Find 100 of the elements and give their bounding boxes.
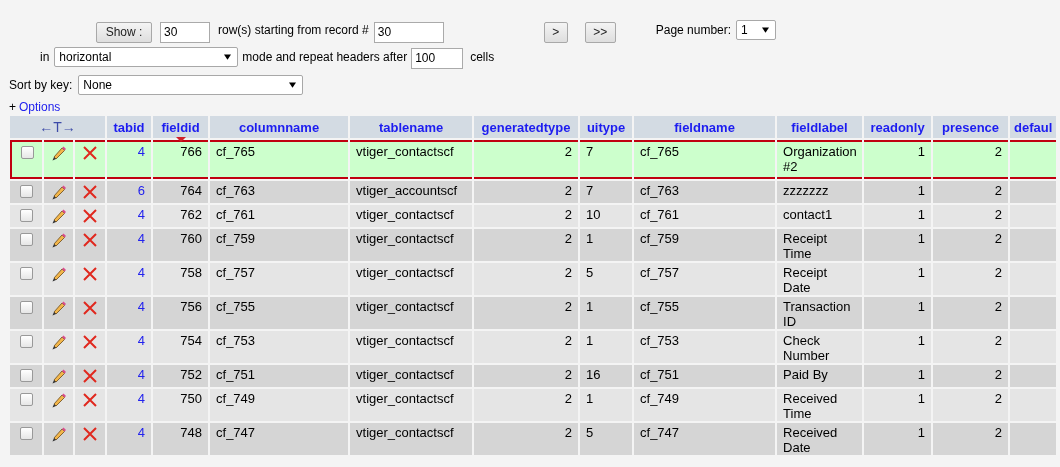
pencil-icon[interactable] (50, 266, 67, 282)
checkbox[interactable] (19, 267, 33, 280)
table-cell-link[interactable]: 4 (137, 425, 146, 440)
table-cell: vtiger_accountscf (356, 183, 458, 198)
checkbox[interactable] (20, 146, 34, 159)
table-cell: 1 (917, 207, 926, 222)
table-row[interactable]: 4 758 cf_757 vtiger_contactscf 2 5 cf_757 Receipt Date 1 2 (10, 263, 1057, 295)
table-cell: 7 (586, 183, 594, 198)
table-cell: vtiger_contactscf (356, 367, 454, 382)
table-row[interactable]: 4 762 cf_761 vtiger_contactscf 2 10 cf_761 contact1 1 2 (10, 205, 1057, 227)
table-cell-link[interactable]: 4 (137, 367, 146, 382)
table-row[interactable]: 4 754 cf_753 vtiger_contactscf 2 1 cf_753 Check Number 1 2 (10, 331, 1057, 363)
checkbox[interactable] (19, 335, 33, 348)
table-cell: 10 (586, 207, 601, 222)
delete-icon[interactable] (82, 232, 98, 248)
checkbox[interactable] (19, 393, 33, 406)
table-cell-link[interactable]: 4 (137, 333, 146, 348)
table-cell: 2 (564, 144, 573, 159)
delete-icon[interactable] (82, 334, 98, 350)
table-cell: 2 (994, 299, 1003, 314)
table-cell: 2 (994, 183, 1003, 198)
table-cell: 1 (586, 231, 594, 246)
dropdown[interactable]: None (78, 75, 304, 95)
show-button[interactable]: Show : (96, 21, 152, 43)
table-cell: 754 (180, 333, 203, 348)
table-cell: cf_749 (640, 391, 680, 406)
table-cell: cf_747 (216, 425, 256, 440)
pencil-icon[interactable] (50, 208, 67, 224)
table-cell-link[interactable]: 4 (137, 299, 146, 314)
delete-icon[interactable] (82, 426, 98, 442)
delete-icon[interactable] (82, 300, 98, 316)
table-cell: 1 (917, 299, 926, 314)
checkbox[interactable] (19, 427, 33, 440)
pencil-icon[interactable] (50, 184, 67, 200)
caret-icon (224, 54, 232, 60)
table-cell: cf_759 (216, 231, 256, 246)
input-field[interactable]: 30 (160, 21, 210, 43)
table-row[interactable]: 4 748 cf_747 vtiger_contactscf 2 5 cf_747 Received Date 1 2 (10, 423, 1057, 455)
table-cell-link[interactable]: 6 (137, 183, 146, 198)
input-field[interactable]: 100 (411, 47, 464, 69)
table-row[interactable]: 4 750 cf_749 vtiger_contactscf 2 1 cf_749 Received Time 1 2 (10, 389, 1057, 421)
pencil-icon[interactable] (50, 145, 67, 161)
table-cell: 5 (586, 425, 594, 440)
pencil-icon[interactable] (50, 232, 67, 248)
checkbox[interactable] (19, 209, 33, 222)
pencil-icon[interactable] (50, 334, 67, 350)
table-cell: 2 (994, 333, 1003, 348)
input-field[interactable]: 30 (373, 21, 444, 43)
pencil-icon[interactable] (50, 368, 67, 384)
table-cell: 2 (564, 207, 573, 222)
next-button[interactable]: > (543, 21, 568, 43)
table-row[interactable]: 4 752 cf_751 vtiger_contactscf 2 16 cf_751 Paid By 1 2 (10, 365, 1057, 387)
label: Page number: (655, 23, 732, 37)
table-cell: 752 (180, 367, 203, 382)
table-cell: 2 (994, 425, 1003, 440)
table-cell: 2 (564, 391, 573, 406)
table-cell: Receipt Time (783, 231, 828, 261)
checkbox[interactable] (19, 369, 33, 382)
table-cell: 760 (180, 231, 203, 246)
pencil-icon[interactable] (50, 392, 67, 408)
checkbox[interactable] (19, 301, 33, 314)
table-row[interactable]: 4 760 cf_759 vtiger_contactscf 2 1 cf_759 Receipt Time 1 2 (10, 229, 1057, 261)
checkbox[interactable] (19, 185, 33, 198)
table-cell: Organization #2 (783, 144, 857, 174)
table-cell: 1 (917, 231, 926, 246)
delete-icon[interactable] (82, 266, 98, 282)
delete-icon[interactable] (82, 392, 98, 408)
table-row[interactable]: 4 756 cf_755 vtiger_contactscf 2 1 cf_755 Transaction ID 1 2 (10, 297, 1057, 329)
checkbox[interactable] (19, 233, 33, 246)
caret-icon (289, 82, 297, 88)
table-cell-link[interactable]: 4 (137, 265, 146, 280)
dropdown[interactable]: 1 (736, 20, 777, 40)
table-row[interactable]: 4 766 cf_765 vtiger_contactscf 2 7 cf_765 Organization #2 1 2 (10, 140, 1057, 179)
delete-icon[interactable] (82, 184, 98, 200)
table-cell: 5 (586, 265, 594, 280)
table-cell: 758 (180, 265, 203, 280)
table-cell: vtiger_contactscf (356, 207, 454, 222)
table-row[interactable]: 6 764 cf_763 vtiger_accountscf 2 7 cf_763 zzzzzzz 1 2 (10, 181, 1057, 203)
last-button[interactable]: >> (584, 21, 616, 43)
options-link[interactable]: Options (19, 100, 61, 114)
label: Sort by key: (9, 78, 73, 92)
table-cell: Check Number (783, 333, 830, 363)
table-cell: cf_751 (640, 367, 680, 382)
pencil-icon[interactable] (50, 426, 67, 442)
table-cell: cf_749 (216, 391, 256, 406)
table-cell: 2 (564, 265, 573, 280)
delete-icon[interactable] (82, 208, 98, 224)
table-cell: 2 (564, 299, 573, 314)
table-cell-link[interactable]: 4 (137, 391, 146, 406)
pencil-icon[interactable] (50, 300, 67, 316)
label: mode and repeat headers after (242, 50, 408, 64)
table-cell-link[interactable]: 4 (137, 144, 146, 159)
delete-icon[interactable] (82, 368, 98, 384)
table-cell-link[interactable]: 4 (137, 231, 146, 246)
dropdown[interactable]: horizontal (54, 47, 239, 67)
table-cell-link[interactable]: 4 (137, 207, 146, 222)
table-cell: vtiger_contactscf (356, 144, 454, 159)
delete-icon[interactable] (82, 145, 98, 161)
table-cell: 16 (586, 367, 601, 382)
table-cell: contact1 (783, 207, 833, 222)
